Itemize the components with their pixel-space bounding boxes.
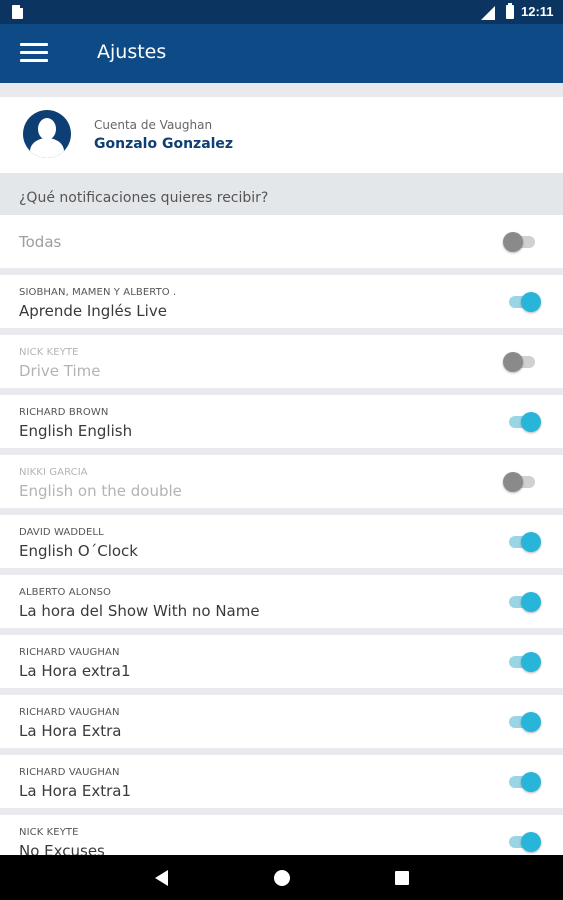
show-title: English O´Clock [19, 542, 138, 560]
notification-row[interactable]: Alberto Alonso La hora del Show With no N… [0, 575, 563, 628]
account-card[interactable]: Cuenta de Vaughan Gonzalo Gonzalez [0, 97, 563, 173]
notification-row[interactable]: Richard Vaughan La Hora Extra1 [0, 755, 563, 808]
show-author: Alberto Alonso [19, 587, 111, 598]
show-title: Aprende Inglés Live [19, 302, 167, 320]
notification-row[interactable]: Richard Vaughan La Hora extra1 [0, 635, 563, 688]
notification-row-all[interactable]: Todas [0, 215, 563, 268]
nav-bar [0, 855, 563, 900]
notifications-header: ¿Qué notificaciones quieres recibir? [0, 173, 563, 215]
home-icon[interactable] [274, 870, 290, 886]
show-author: Nick Keyte [19, 827, 79, 838]
show-author: Richard Vaughan [19, 767, 120, 778]
notification-toggle[interactable] [502, 591, 542, 613]
notification-toggle[interactable] [502, 291, 542, 313]
notification-row[interactable]: Richard Brown English English [0, 395, 563, 448]
menu-icon[interactable] [20, 43, 48, 63]
notifications-header-text: ¿Qué notificaciones quieres recibir? [19, 190, 269, 206]
toggle-all[interactable] [502, 231, 542, 253]
person-icon [23, 110, 71, 158]
notification-row[interactable]: Nikki Garcia English on the double [0, 455, 563, 508]
page-title: Ajustes [97, 41, 167, 63]
notification-row[interactable]: David Waddell English O´Clock [0, 515, 563, 568]
signal-icon [481, 6, 495, 20]
all-notifications-label: Todas [19, 233, 62, 251]
app-bar: Ajustes [0, 24, 563, 83]
show-author: Siobhan, Mamen y Alberto . [19, 287, 177, 298]
notification-row[interactable]: Nick Keyte No Excuses [0, 815, 563, 860]
notification-row[interactable]: Nick Keyte Drive Time [0, 335, 563, 388]
notification-toggle[interactable] [502, 531, 542, 553]
show-title: English English [19, 422, 133, 440]
notification-toggle[interactable] [502, 351, 542, 373]
battery-icon [506, 3, 514, 19]
show-title: La Hora extra1 [19, 662, 131, 680]
sd-card-icon [12, 4, 24, 19]
show-author: Richard Vaughan [19, 707, 120, 718]
notification-toggle[interactable] [502, 411, 542, 433]
show-author: Richard Brown [19, 407, 109, 418]
show-title: Drive Time [19, 362, 101, 380]
back-icon[interactable] [155, 870, 168, 886]
notification-toggle[interactable] [502, 771, 542, 793]
show-title: English on the double [19, 482, 182, 500]
notification-toggle[interactable] [502, 831, 542, 853]
show-author: Richard Vaughan [19, 647, 120, 658]
show-title: La Hora Extra1 [19, 782, 132, 800]
notification-toggle[interactable] [502, 651, 542, 673]
recents-icon[interactable] [395, 871, 409, 885]
show-title: La Hora Extra [19, 722, 122, 740]
show-author: Nick Keyte [19, 347, 79, 358]
status-bar: 12:11 [0, 0, 563, 24]
show-author: Nikki Garcia [19, 467, 88, 478]
notification-toggle[interactable] [502, 471, 542, 493]
notification-row[interactable]: Siobhan, Mamen y Alberto . Aprende Inglés… [0, 275, 563, 328]
account-name: Gonzalo Gonzalez [94, 136, 234, 152]
show-author: David Waddell [19, 527, 104, 538]
status-time: 12:11 [521, 4, 554, 19]
notification-row[interactable]: Richard Vaughan La Hora Extra [0, 695, 563, 748]
notification-toggle[interactable] [502, 711, 542, 733]
account-label: Cuenta de Vaughan [94, 118, 213, 132]
show-title: La hora del Show With no Name [19, 602, 260, 620]
